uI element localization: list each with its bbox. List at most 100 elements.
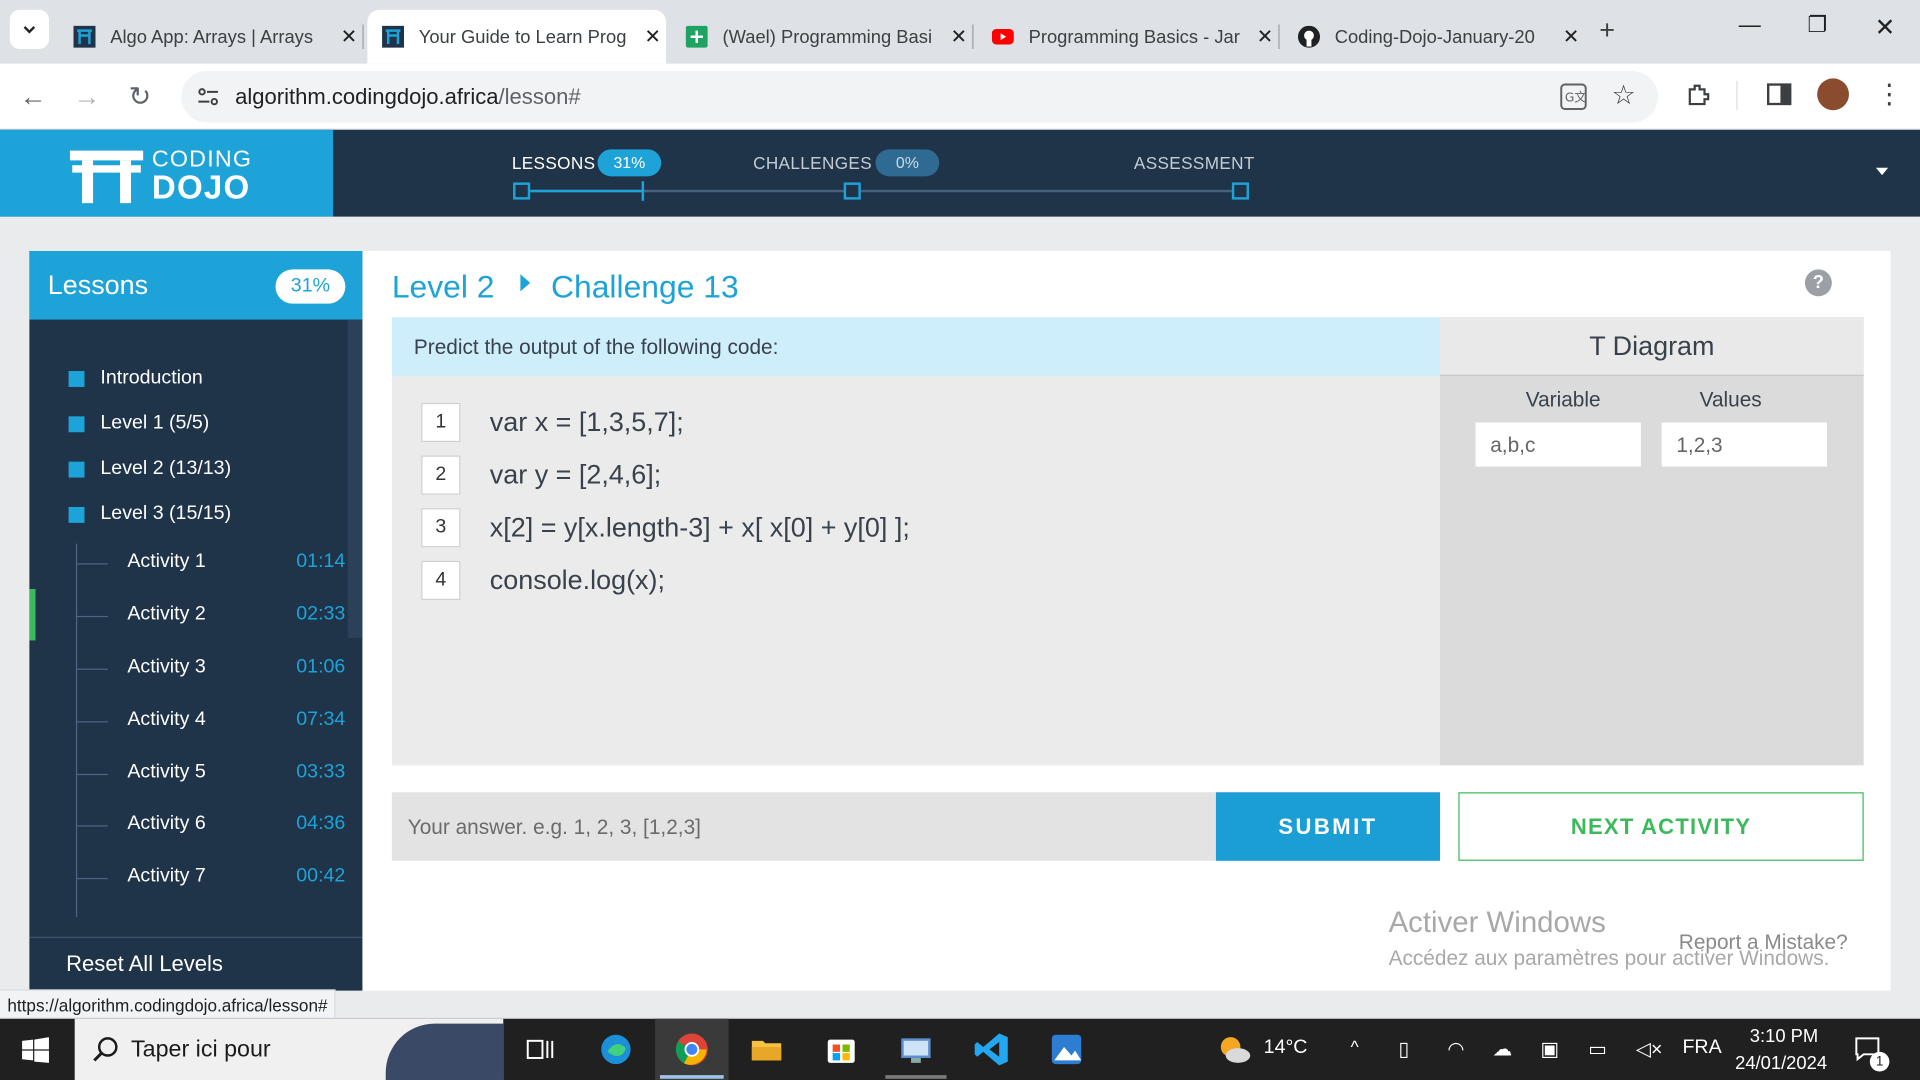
next-activity-button[interactable]: NEXT ACTIVITY — [1458, 792, 1864, 861]
sidebar-activity-7[interactable]: Activity 7 00:42 — [75, 866, 345, 890]
code-text: var x = [1,3,5,7]; — [489, 406, 684, 438]
profile-avatar[interactable] — [1817, 78, 1849, 111]
sidebar-item-introduction[interactable]: Introduction — [68, 367, 203, 389]
back-icon[interactable]: ← — [20, 81, 47, 113]
browser-tab-github[interactable]: Coding-Dojo-January-20 ✕ — [1286, 10, 1585, 64]
section-marker — [68, 370, 85, 387]
code-line: 3 x[2] = y[x.length-3] + x[ x[0] + y[0] ]… — [421, 508, 910, 548]
progress-node-lessons[interactable] — [513, 182, 531, 200]
address-bar[interactable]: algorithm.codingdojo.africa/lesson# G文 ☆ — [181, 71, 1658, 123]
code-line: 1 var x = [1,3,5,7]; — [421, 402, 684, 443]
sidebar-activity-5[interactable]: Activity 5 03:33 — [75, 762, 345, 786]
microsoft-store-icon[interactable] — [823, 1031, 860, 1068]
tree-branch — [75, 615, 108, 618]
sidebar-progress-badge: 31% — [275, 269, 346, 304]
progress-assessment-label[interactable]: ASSESSMENT — [1134, 153, 1255, 173]
variable-column-header: Variable — [1525, 388, 1601, 412]
minimize-icon[interactable]: — — [1739, 12, 1761, 38]
taskbar-search-box[interactable]: Taper ici pour — [74, 1018, 504, 1080]
progress-challenges-label[interactable]: CHALLENGES — [753, 153, 872, 173]
sidebar-title: Lessons — [47, 269, 149, 301]
help-icon[interactable]: ? — [1804, 269, 1832, 297]
meet-now-icon[interactable]: ▯ — [1398, 1037, 1409, 1061]
open-app-indicator — [885, 1075, 947, 1079]
tray-chevron-icon[interactable]: ^ — [1351, 1037, 1359, 1057]
lessons-progress-badge: 31% — [597, 149, 662, 177]
breadcrumb-level[interactable]: Level 2 — [392, 268, 495, 306]
sidebar-scrollbar[interactable] — [347, 319, 363, 638]
display-icon[interactable]: ▣ — [1540, 1037, 1559, 1061]
coding-dojo-favicon-icon — [73, 25, 96, 48]
restore-icon[interactable]: ❐ — [1807, 12, 1827, 38]
close-tab-icon[interactable]: ✕ — [945, 24, 972, 48]
photos-app-icon[interactable] — [1048, 1031, 1085, 1068]
progress-node-assessment[interactable] — [1231, 182, 1249, 200]
file-explorer-icon[interactable] — [748, 1031, 785, 1068]
browser-tab-algo-app[interactable]: Algo App: Arrays | Arrays ✕ — [59, 10, 364, 64]
chrome-browser-icon[interactable] — [673, 1031, 710, 1068]
browser-tab-sheets[interactable]: (Wael) Programming Basi ✕ — [673, 10, 974, 64]
close-tab-icon[interactable]: ✕ — [1558, 24, 1585, 48]
header-dropdown-icon[interactable] — [1875, 167, 1889, 176]
sidebar-item-level-2[interactable]: Level 2 (13/13) — [68, 458, 232, 480]
wifi-icon[interactable]: ◠ — [1447, 1037, 1464, 1061]
close-window-icon[interactable]: ✕ — [1875, 12, 1896, 43]
battery-icon[interactable]: ▭ — [1588, 1037, 1607, 1061]
progress-lessons-label[interactable]: LESSONS — [512, 153, 596, 173]
browser-tab-guide[interactable]: Your Guide to Learn Prog ✕ — [367, 9, 667, 64]
github-icon — [1297, 25, 1321, 48]
url-host: algorithm.codingdojo.africa — [235, 84, 499, 109]
side-panel-icon[interactable] — [1766, 83, 1792, 106]
search-placeholder: Taper ici pour — [131, 1037, 271, 1063]
submit-button[interactable]: SUBMIT — [1215, 792, 1441, 861]
reload-icon[interactable]: ↻ — [129, 81, 152, 113]
values-input[interactable]: 1,2,3 — [1661, 422, 1827, 467]
close-tab-icon[interactable]: ✕ — [1251, 24, 1278, 48]
speaker-muted-icon[interactable]: ◁× — [1636, 1037, 1663, 1061]
sidebar-activity-1[interactable]: Activity 1 01:14 — [75, 551, 345, 575]
weather-icon[interactable] — [1217, 1035, 1251, 1064]
close-tab-icon[interactable]: ✕ — [639, 24, 666, 48]
onedrive-icon[interactable]: ☁ — [1493, 1037, 1513, 1061]
close-tab-icon[interactable]: ✕ — [336, 24, 363, 48]
tab-title: Your Guide to Learn Prog — [418, 26, 627, 48]
edge-browser-icon[interactable] — [598, 1031, 635, 1068]
chevron-down-icon — [23, 26, 36, 34]
sidebar-activity-3[interactable]: Activity 3 01:06 — [75, 656, 345, 680]
translate-icon[interactable]: G文 — [1560, 83, 1587, 110]
sidebar-activity-2[interactable]: Activity 2 02:33 — [75, 604, 345, 628]
activity-name: Activity 3 — [127, 656, 206, 678]
bookmark-star-icon[interactable]: ☆ — [1611, 80, 1635, 112]
coding-dojo-logo[interactable]: CODING DOJO — [0, 129, 334, 217]
line-number: 3 — [421, 508, 461, 548]
windows-activation-watermark-title: Activer Windows — [1388, 906, 1606, 940]
section-marker — [68, 461, 85, 477]
reset-label: Reset All Levels — [66, 951, 223, 976]
sidebar-item-level-1[interactable]: Level 1 (5/5) — [68, 413, 210, 435]
browser-menu-icon[interactable]: ⋮ — [1876, 78, 1903, 110]
remote-desktop-icon[interactable] — [898, 1031, 935, 1068]
weather-temp[interactable]: 14°C — [1264, 1037, 1308, 1059]
windows-start-icon[interactable] — [22, 1037, 49, 1064]
vs-code-icon[interactable] — [973, 1031, 1010, 1068]
reset-all-levels-button[interactable]: Reset All Levels — [29, 936, 363, 991]
tab-search-button[interactable] — [9, 9, 49, 49]
line-number: 1 — [421, 402, 461, 443]
browser-tab-youtube[interactable]: Programming Basics - Jar ✕ — [980, 10, 1280, 64]
task-view-icon[interactable] — [522, 1031, 559, 1068]
url-path: /lesson# — [498, 84, 581, 109]
extensions-icon[interactable] — [1685, 81, 1712, 108]
answer-input[interactable]: Your answer. e.g. 1, 2, 3, [1,2,3] — [391, 792, 1216, 861]
sidebar-activity-4[interactable]: Activity 4 07:34 — [75, 709, 345, 733]
progress-node-challenges[interactable] — [843, 182, 861, 200]
new-tab-icon[interactable]: + — [1599, 15, 1615, 47]
variable-input[interactable]: a,b,c — [1475, 422, 1641, 467]
sidebar-activity-6[interactable]: Activity 6 04:36 — [75, 813, 345, 837]
clock-time[interactable]: 3:10 PM — [1750, 1026, 1818, 1047]
language-indicator[interactable]: FRA — [1682, 1037, 1721, 1059]
challenge-panel: Level 2 Challenge 13 ? Predict the outpu… — [362, 251, 1891, 991]
sidebar-item-level-3[interactable]: Level 3 (15/15) — [68, 503, 232, 525]
prompt-text: Predict the output of the following code… — [413, 335, 779, 359]
clock-date[interactable]: 24/01/2024 — [1735, 1053, 1827, 1074]
forward-icon[interactable]: → — [73, 81, 100, 113]
